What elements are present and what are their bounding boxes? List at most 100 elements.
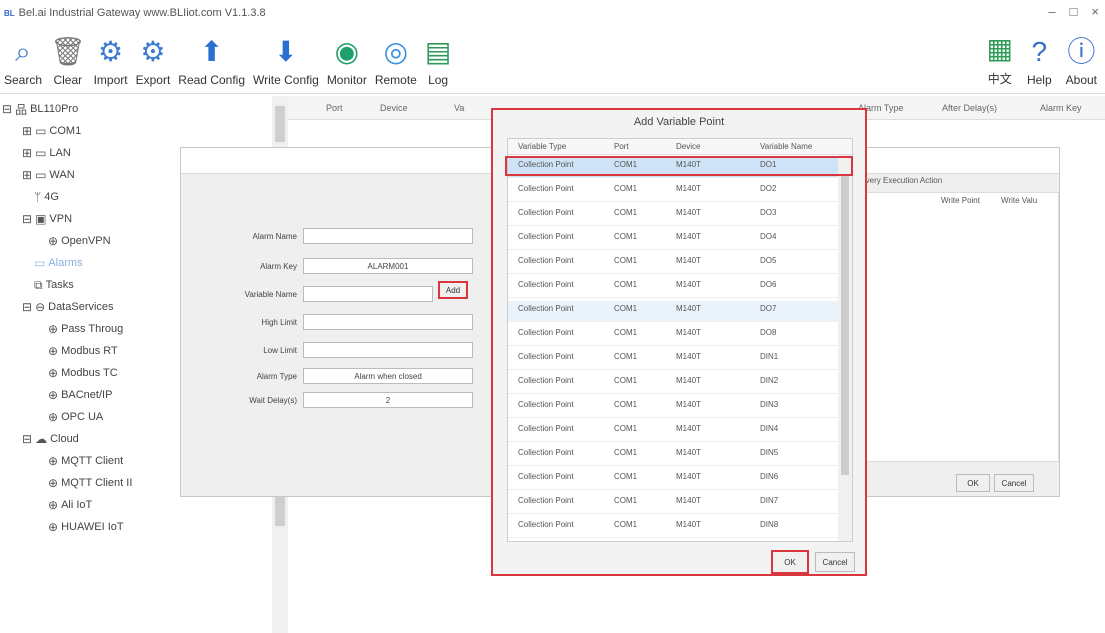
tree-item-mqtt-client-ii[interactable]: ⊕ MQTT Client II [48,474,132,492]
about-tool-button[interactable]: ⓘ About [1062,27,1101,87]
alarm-ok-button[interactable]: OK [956,474,990,492]
table-row[interactable]: Collection Point COM1 M140T DO2 [508,181,838,202]
column-header: Device [676,142,701,151]
table-row[interactable]: Collection Point COM1 M140T DIN2 [508,373,838,394]
tree-item-bacnet[interactable]: ⊕ BACnet/IP [48,386,112,404]
alarm-type-label: Alarm Type [256,371,297,381]
tool-label: Export [135,73,171,87]
table-cell: DO6 [760,280,777,289]
variable-name-input[interactable] [303,286,433,302]
variable-cancel-button[interactable]: Cancel [815,552,855,572]
clear-tool-button[interactable]: 🗑 Clear [46,27,90,87]
table-cell: DIN7 [760,496,779,505]
tree-label: 4G [44,191,59,203]
tree-label: LAN [49,147,71,159]
collapse-icon[interactable]: ⊟ [22,432,32,446]
remote-tool-button[interactable]: ◎ Remote [371,27,421,87]
table-row[interactable]: Collection Point COM1 M140T DO1 [508,157,838,178]
maximize-button[interactable]: □ [1070,4,1078,19]
tree-item-opcua[interactable]: ⊕ OPC UA [48,408,103,426]
tree-item-wan[interactable]: ⊞ ▭ WAN [22,166,75,184]
tree-item-mqtt-client[interactable]: ⊕ MQTT Client [48,452,123,470]
alarm-cancel-button[interactable]: Cancel [994,474,1034,492]
table-cell: Collection Point [518,256,574,265]
low-limit-input[interactable] [303,342,473,358]
tree-item-modbus-rtu[interactable]: ⊕ Modbus RT [48,342,118,360]
alarm-type-select[interactable]: Alarm when closed [303,368,473,384]
help-tool-button[interactable]: ? Help [1023,27,1056,87]
tree-label: Ali IoT [61,499,93,511]
high-limit-input[interactable] [303,314,473,330]
table-row[interactable]: Collection Point COM1 M140T DO4 [508,229,838,250]
table-row[interactable]: Collection Point COM1 M140T DIN8 [508,517,838,538]
table-cell: DIN4 [760,424,779,433]
alarm-key-label: Alarm Key [260,261,297,271]
tree-item-modbus-tcp[interactable]: ⊕ Modbus TC [48,364,118,382]
table-cell: COM1 [614,448,638,457]
table-row[interactable]: Collection Point COM1 M140T DO7 [508,301,838,322]
import-tool-button[interactable]: ⚙ Import [90,27,132,87]
tree-item-vpn[interactable]: ⊟ ▣ VPN [22,210,72,228]
table-row[interactable]: Collection Point COM1 M140T DIN6 [508,469,838,490]
monitor-tool-button[interactable]: ◉ Monitor [323,27,371,87]
tree-item-huawei-iot[interactable]: ⊕ HUAWEI IoT [48,518,124,536]
language-tool-button[interactable]: ▦ 中文 [982,27,1016,87]
port-icon: ▭ [35,168,47,182]
tree-item-tasks[interactable]: ⧉ Tasks [34,276,74,294]
alarm-key-input[interactable]: ALARM001 [303,258,473,274]
tree-item-ali-iot[interactable]: ⊕ Ali IoT [48,496,92,514]
tree-item-4g[interactable]: ᛘ 4G [34,188,59,206]
close-button[interactable]: × [1091,4,1099,19]
read-config-tool-button[interactable]: ⬆ Read Config [174,27,249,87]
table-cell: Collection Point [518,448,574,457]
tree-label: HUAWEI IoT [61,521,124,533]
table-cell: M140T [676,160,701,169]
tree-item-lan[interactable]: ⊞ ▭ LAN [22,144,71,162]
table-row[interactable]: Collection Point COM1 M140T DO8 [508,325,838,346]
table-row[interactable]: Collection Point COM1 M140T DIN5 [508,445,838,466]
table-row[interactable]: Collection Point COM1 M140T DO3 [508,205,838,226]
expand-icon[interactable]: ⊞ [22,168,32,182]
expand-icon[interactable]: ⊞ [22,146,32,160]
collapse-icon[interactable]: ⊟ [2,102,12,116]
table-row[interactable]: Collection Point COM1 M140T DIN1 [508,349,838,370]
table-cell: M140T [676,232,701,241]
scroll-thumb[interactable] [841,175,849,475]
tree-item-root[interactable]: ⊟ 品 BL110Pro [2,100,78,118]
collapse-icon[interactable]: ⊟ [22,300,32,314]
table-cell: DIN6 [760,472,779,481]
table-scrollbar[interactable] [838,155,852,541]
export-tool-button[interactable]: ⚙ Export [132,27,175,87]
table-cell: M140T [676,520,701,529]
add-variable-button[interactable]: Add [438,281,468,299]
minimize-button[interactable]: – [1048,4,1055,19]
table-row[interactable]: Collection Point COM1 M140T DO6 [508,277,838,298]
import-gear-icon: ⚙ [98,36,124,67]
expand-icon[interactable]: ⊞ [22,124,32,138]
table-row[interactable]: Collection Point COM1 M140T DIN7 [508,493,838,514]
tree-item-dataservices[interactable]: ⊟ ⊖ DataServices [22,298,114,316]
table-cell: COM1 [614,496,638,505]
variable-ok-button[interactable]: OK [771,550,809,574]
column-header: Port [326,103,343,113]
alarm-name-input[interactable] [303,228,473,244]
toolbar: ⌕ Search 🗑 Clear ⚙ Import ⚙ Export ⬆ Rea… [0,26,1105,94]
table-row[interactable]: Collection Point COM1 M140T DIN3 [508,397,838,418]
write-config-tool-button[interactable]: ⬇ Write Config [249,27,323,87]
collapse-icon[interactable]: ⊟ [22,212,32,226]
table-cell: COM1 [614,184,638,193]
tree-item-alarms[interactable]: ▭ Alarms [34,254,83,272]
search-tool-button[interactable]: ⌕ Search [0,27,46,87]
scroll-thumb[interactable] [275,496,285,526]
column-header: After Delay(s) [942,103,998,113]
wait-delay-input[interactable]: 2 [303,392,473,408]
table-row[interactable]: Collection Point COM1 M140T DIN4 [508,421,838,442]
table-row[interactable]: Collection Point COM1 M140T DO5 [508,253,838,274]
tree-item-com1[interactable]: ⊞ ▭ COM1 [22,122,81,140]
log-tool-button[interactable]: ▤ Log [421,27,455,87]
scroll-thumb[interactable] [275,106,285,142]
tree-item-passthrough[interactable]: ⊕ Pass Throug [48,320,123,338]
tree-item-cloud[interactable]: ⊟ ☁ Cloud [22,430,79,448]
table-cell: COM1 [614,256,638,265]
tree-item-openvpn[interactable]: ⊕ OpenVPN [48,232,111,250]
